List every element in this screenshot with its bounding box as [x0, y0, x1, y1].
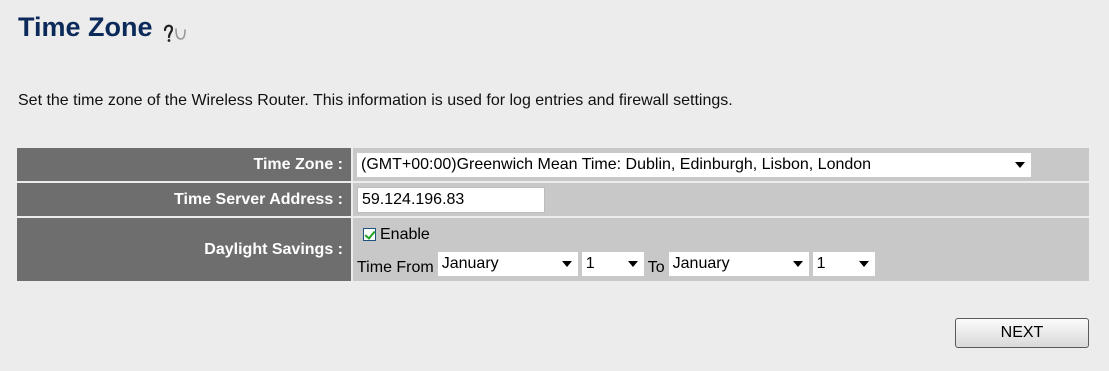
date-range-line: Time From January 1 To January 1: [357, 249, 1089, 279]
to-month-value: January: [672, 254, 730, 272]
daylight-savings-cell: Enable Time From January 1 To January 1: [353, 218, 1089, 281]
time-zone-selected: (GMT+00:00)Greenwich Mean Time: Dublin, …: [361, 155, 872, 173]
daylight-savings-row: Daylight Savings : Enable Time From Janu…: [17, 218, 1089, 281]
enable-line: Enable: [357, 221, 1089, 249]
to-label: To: [647, 258, 665, 276]
time-server-cell: 59.124.196.83: [353, 183, 1089, 216]
time-zone-row: Time Zone : (GMT+00:00)Greenwich Mean Ti…: [17, 148, 1089, 181]
chevron-down-icon: [627, 260, 638, 267]
page-description: Set the time zone of the Wireless Router…: [18, 92, 733, 109]
time-zone-settings-table: Time Zone : (GMT+00:00)Greenwich Mean Ti…: [17, 146, 1089, 283]
chevron-down-icon: [792, 260, 803, 267]
time-zone-select[interactable]: (GMT+00:00)Greenwich Mean Time: Dublin, …: [357, 152, 1031, 177]
to-month-select[interactable]: January: [668, 251, 809, 276]
chevron-down-icon: [1015, 161, 1025, 168]
chevron-down-icon: [561, 260, 572, 267]
checkmark-icon: [364, 228, 376, 240]
next-button[interactable]: NEXT: [955, 318, 1089, 348]
time-from-label: Time From: [357, 258, 434, 276]
from-day-value: 1: [585, 254, 595, 272]
title-row: Time Zone: [18, 12, 187, 43]
chevron-down-icon: [858, 260, 869, 267]
help-icon[interactable]: [161, 21, 187, 43]
from-month-value: January: [441, 254, 499, 272]
daylight-savings-label: Daylight Savings :: [17, 218, 353, 281]
time-zone-label: Time Zone :: [17, 148, 353, 181]
from-month-select[interactable]: January: [437, 251, 578, 276]
time-server-input[interactable]: 59.124.196.83: [357, 186, 545, 213]
to-day-value: 1: [816, 254, 826, 272]
from-day-select[interactable]: 1: [581, 251, 644, 276]
time-server-label: Time Server Address :: [17, 183, 353, 216]
to-day-select[interactable]: 1: [812, 251, 875, 276]
enable-label: Enable: [380, 225, 430, 243]
time-zone-cell: (GMT+00:00)Greenwich Mean Time: Dublin, …: [353, 148, 1089, 181]
time-server-row: Time Server Address : 59.124.196.83: [17, 183, 1089, 216]
enable-checkbox[interactable]: [363, 228, 376, 241]
page-title: Time Zone: [18, 12, 153, 42]
